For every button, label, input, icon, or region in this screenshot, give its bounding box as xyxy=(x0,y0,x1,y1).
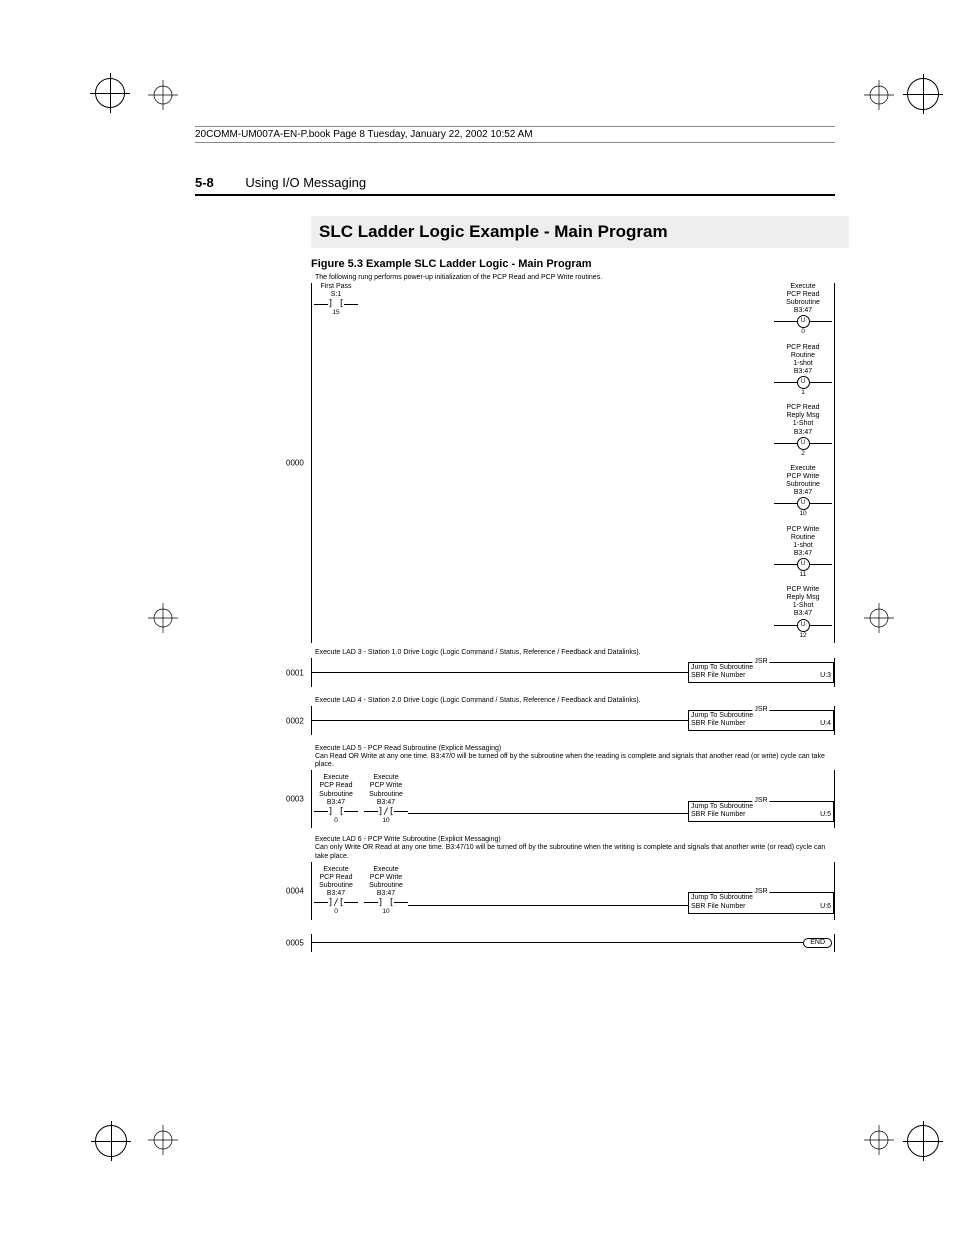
ladder-rung: 0000 First Pass S:1 ] [ 15 ExecutePCP Re… xyxy=(311,283,835,643)
instruction-mnemonic: JSR xyxy=(752,797,769,805)
contact-instruction: ExecutePCP ReadSubroutineB3:47 ] [ 0 xyxy=(314,774,358,824)
rung-description: Execute LAD 4 - Station 2.0 Drive Logic … xyxy=(315,697,835,705)
jsr-instruction: JSR Jump To Subroutine SBR File NumberU:… xyxy=(688,710,834,731)
contact-label: First Pass xyxy=(314,283,358,291)
instruction-mnemonic: JSR xyxy=(752,658,769,666)
output-coil: ExecutePCP ReadSubroutineB3:47 U 0 xyxy=(774,283,832,336)
registration-mark-icon xyxy=(907,1125,939,1157)
crop-mark-icon xyxy=(864,80,894,110)
rung-description: The following rung performs power-up ini… xyxy=(315,274,835,282)
contact-instruction: ExecutePCP ReadSubroutineB3:47 ]/[ 0 xyxy=(314,866,358,916)
contact-address: S:1 xyxy=(314,291,358,299)
rung-number: 0003 xyxy=(286,795,304,804)
output-branch: ExecutePCP ReadSubroutineB3:47 U 0 PCP R… xyxy=(774,283,834,639)
output-coil: ExecutePCP WriteSubroutineB3:47 U 10 xyxy=(774,465,832,518)
figure-caption: Figure 5.3 Example SLC Ladder Logic - Ma… xyxy=(311,258,835,270)
jsr-instruction: JSR Jump To Subroutine SBR File NumberU:… xyxy=(688,801,834,822)
output-coil: PCP WriteRoutine1-shotB3:47 U 11 xyxy=(774,526,832,579)
jsr-instruction: JSR Jump To Subroutine SBR File NumberU:… xyxy=(688,892,834,913)
ladder-diagram: The following rung performs power-up ini… xyxy=(311,274,835,952)
ladder-rung: 0001 JSR Jump To Subroutine SBR File Num… xyxy=(311,658,835,687)
output-coil: PCP ReadReply Msg1-ShotB3:47 U 2 xyxy=(774,404,832,457)
contact-bit: 15 xyxy=(314,309,358,316)
rung-number: 0001 xyxy=(286,668,304,677)
ladder-rung: 0003 ExecutePCP ReadSubroutineB3:47 ] [ … xyxy=(311,770,835,828)
jsr-instruction: JSR Jump To Subroutine SBR File NumberU:… xyxy=(688,662,834,683)
print-header: 20COMM-UM007A-EN-P.book Page 8 Tuesday, … xyxy=(195,126,835,143)
rung-description: Execute LAD 5 - PCP Read Subroutine (Exp… xyxy=(315,745,835,769)
chapter-title: Using I/O Messaging xyxy=(245,175,366,190)
rung-number: 0004 xyxy=(286,886,304,895)
crop-mark-icon xyxy=(864,603,894,633)
registration-mark-icon xyxy=(95,78,125,108)
ladder-rung: 0005 END xyxy=(311,934,835,952)
crop-mark-icon xyxy=(864,1125,894,1155)
ladder-rung: 0002 JSR Jump To Subroutine SBR File Num… xyxy=(311,706,835,735)
page-number: 5-8 xyxy=(195,175,214,190)
registration-mark-icon xyxy=(95,1125,127,1157)
rung-number: 0002 xyxy=(286,716,304,725)
crop-mark-icon xyxy=(148,1125,178,1155)
output-coil: PCP WriteReply Msg1-ShotB3:47 U 12 xyxy=(774,586,832,639)
contact-instruction: First Pass S:1 ] [ 15 xyxy=(314,283,358,317)
ladder-rung: 0004 ExecutePCP ReadSubroutineB3:47 ]/[ … xyxy=(311,862,835,920)
rung-description: Execute LAD 6 - PCP Write Subroutine (Ex… xyxy=(315,836,835,860)
page-header: 5-8 Using I/O Messaging xyxy=(195,175,835,196)
output-coil: PCP ReadRoutine1-shotB3:47 U 1 xyxy=(774,344,832,397)
rung-number: 0005 xyxy=(286,938,304,947)
instruction-mnemonic: JSR xyxy=(752,706,769,714)
crop-mark-icon xyxy=(148,80,178,110)
rung-description: Execute LAD 3 - Station 1.0 Drive Logic … xyxy=(315,649,835,657)
end-instruction: END xyxy=(803,938,832,948)
crop-mark-icon xyxy=(148,603,178,633)
contact-instruction: ExecutePCP WriteSubroutineB3:47 ]/[ 10 xyxy=(364,774,408,824)
registration-mark-icon xyxy=(907,78,939,110)
section-title: SLC Ladder Logic Example - Main Program xyxy=(311,216,849,248)
instruction-mnemonic: JSR xyxy=(752,888,769,896)
rung-number: 0000 xyxy=(286,458,304,467)
contact-instruction: ExecutePCP WriteSubroutineB3:47 ] [ 10 xyxy=(364,866,408,916)
